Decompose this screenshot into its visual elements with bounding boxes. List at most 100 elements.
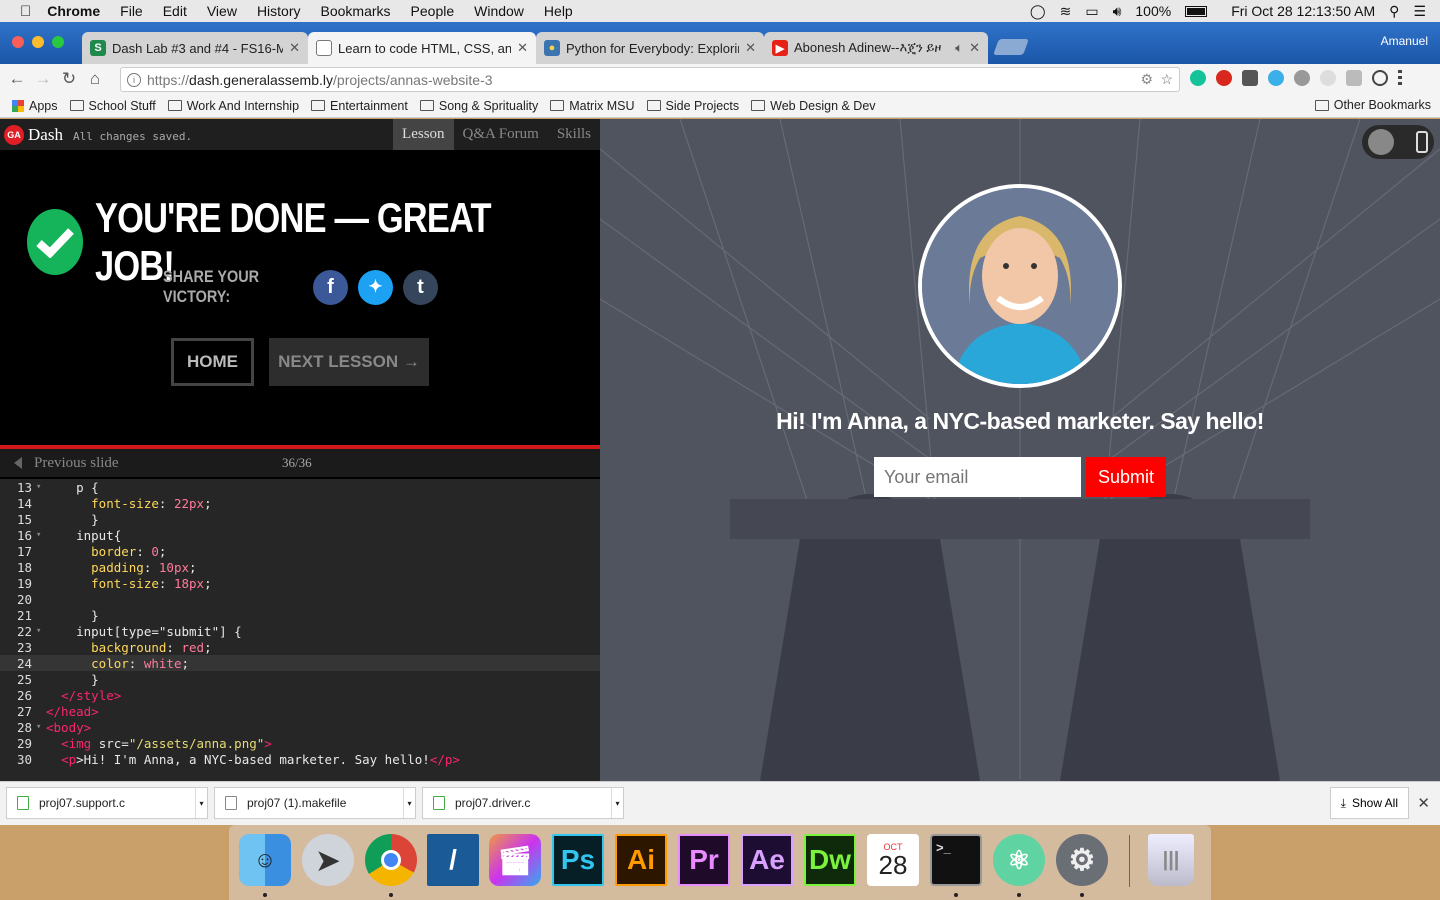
chevron-down-icon[interactable]: ▾ [195, 788, 207, 818]
download-item[interactable]: proj07.driver.c ▾ [422, 787, 624, 819]
code-line[interactable]: 28 ▾ <body> [0, 719, 600, 735]
fold-arrow-icon[interactable]: ▾ [36, 482, 46, 492]
apple-icon[interactable]:  [20, 3, 31, 20]
code-line[interactable]: 30 <p>Hi! I'm Anna, a NYC-based marketer… [0, 751, 600, 767]
chrome-icon[interactable] [365, 834, 417, 886]
dreamweaver-icon[interactable]: Dw [804, 834, 856, 886]
home-button[interactable]: HOME [171, 338, 254, 386]
code-line[interactable]: 19 font-size: 18px; [0, 575, 600, 591]
trash-icon[interactable]: ||| [1148, 834, 1194, 886]
chrome-menu-icon[interactable] [1398, 70, 1402, 86]
mute-tab-icon[interactable]: 🔈︎ [955, 40, 963, 56]
code-line[interactable]: 22 ▾ input[type="submit"] { [0, 623, 600, 639]
bookmark-folder[interactable]: Web Design & Dev [751, 99, 876, 113]
download-item[interactable]: proj07 (1).makefile ▾ [214, 787, 416, 819]
menu-help[interactable]: Help [544, 3, 573, 19]
speed-icon[interactable] [1372, 70, 1388, 86]
code-line[interactable]: 24 color: white; [0, 655, 600, 671]
premiere-icon[interactable]: Pr [678, 834, 730, 886]
grammarly-icon[interactable] [1190, 70, 1206, 86]
menu-edit[interactable]: Edit [163, 3, 187, 19]
tab-skills[interactable]: Skills [548, 119, 600, 150]
code-line[interactable]: 15 } [0, 511, 600, 527]
next-lesson-button[interactable]: NEXT LESSON → [269, 338, 429, 386]
close-tab-icon[interactable]: ✕ [289, 40, 300, 56]
menu-bookmarks[interactable]: Bookmarks [321, 3, 391, 19]
code-line[interactable]: 23 background: red; [0, 639, 600, 655]
address-bar[interactable]: i https://dash.generalassemb.ly/projects… [120, 67, 1180, 92]
browser-tab[interactable]: ● Python for Everybody: Explorin ✕ [536, 32, 764, 64]
previous-slide-button[interactable]: Previous slide [34, 455, 119, 472]
bookmark-star-icon[interactable]: ☆ [1160, 71, 1173, 88]
bookmark-folder[interactable]: Work And Internship [167, 99, 299, 113]
code-line[interactable]: 21 } [0, 607, 600, 623]
facebook-share-icon[interactable]: f [313, 269, 348, 305]
notification-center-icon[interactable]: ☰ [1413, 3, 1426, 20]
wifi-icon[interactable]: ≋ [1060, 3, 1072, 20]
code-line[interactable]: 17 border: 0; [0, 543, 600, 559]
ga-logo[interactable]: GA [4, 124, 24, 145]
menu-view[interactable]: View [207, 3, 237, 19]
fold-arrow-icon[interactable]: ▾ [36, 626, 46, 636]
extension-icon[interactable] [1346, 70, 1362, 86]
chevron-down-icon[interactable]: ▾ [611, 788, 623, 818]
clock[interactable]: Fri Oct 28 12:13:50 AM [1231, 3, 1375, 19]
extension-icon[interactable] [1242, 70, 1258, 86]
tab-lesson[interactable]: Lesson [393, 119, 454, 150]
code-line[interactable]: 29 <img src="/assets/anna.png"> [0, 735, 600, 751]
code-line[interactable]: 16 ▾ input{ [0, 527, 600, 543]
fold-arrow-icon[interactable]: ▾ [36, 530, 46, 540]
show-all-button[interactable]: ⤓ Show All [1329, 787, 1409, 819]
menu-file[interactable]: File [120, 3, 143, 19]
illustrator-icon[interactable]: Ai [615, 834, 667, 886]
new-tab-button[interactable] [993, 39, 1029, 55]
bookmark-folder[interactable]: Entertainment [311, 99, 408, 113]
bookmark-folder[interactable]: Side Projects [646, 99, 739, 113]
device-toggle[interactable] [1362, 125, 1434, 159]
audio-icon[interactable] [1294, 70, 1310, 86]
airplay-icon[interactable]: ▭ [1085, 3, 1098, 20]
cookie-blocked-icon[interactable]: ⚙ [1140, 71, 1153, 88]
email-input[interactable] [874, 457, 1081, 497]
cloud-icon[interactable] [1268, 70, 1284, 86]
close-tab-icon[interactable]: ✕ [517, 40, 528, 56]
other-bookmarks[interactable]: Other Bookmarks [1314, 98, 1431, 112]
dash-title[interactable]: Dash [28, 125, 63, 145]
menu-history[interactable]: History [257, 3, 301, 19]
chevron-down-icon[interactable]: ▾ [403, 788, 415, 818]
minimize-window-button[interactable] [32, 36, 44, 48]
spotlight-icon[interactable]: ⚲ [1389, 3, 1399, 20]
reload-icon[interactable]: ↻ [56, 69, 82, 89]
code-line[interactable]: 13 ▾ p { [0, 479, 600, 495]
code-line[interactable]: 18 padding: 10px; [0, 559, 600, 575]
close-window-button[interactable] [12, 36, 24, 48]
close-tab-icon[interactable]: ✕ [969, 40, 980, 56]
forward-icon[interactable]: → [30, 69, 56, 89]
launchpad-icon[interactable]: ➤ [302, 834, 354, 886]
code-editor[interactable]: 13 ▾ p {14 font-size: 22px; 15 } 16 ▾ input{… [0, 479, 600, 781]
code-line[interactable]: 25 } [0, 671, 600, 687]
fold-arrow-icon[interactable]: ▾ [36, 722, 46, 732]
battery-icon[interactable] [1185, 5, 1208, 17]
finder-icon[interactable]: ☺ [239, 834, 291, 886]
menu-window[interactable]: Window [474, 3, 524, 19]
code-line[interactable]: 14 font-size: 22px; [0, 495, 600, 511]
final-cut-icon[interactable]: 🎬︎ [489, 834, 541, 886]
twitter-share-icon[interactable]: ✦ [358, 269, 393, 305]
battery-percent[interactable]: 100% [1135, 3, 1171, 19]
extension-icon[interactable] [1320, 70, 1336, 86]
menu-people[interactable]: People [411, 3, 455, 19]
adblock-icon[interactable] [1216, 70, 1232, 86]
info-icon[interactable]: i [127, 72, 141, 87]
bookmark-apps[interactable]: Apps [12, 99, 58, 113]
after-effects-icon[interactable]: Ae [741, 834, 793, 886]
creative-cloud-icon[interactable]: ◯ [1030, 3, 1046, 20]
zeplin-icon[interactable]: / [427, 834, 479, 886]
browser-tab[interactable]: ▶ Abonesh Adinew--እጄን ይዞ 🔈︎ ✕ [764, 32, 988, 64]
bookmark-folder[interactable]: School Stuff [69, 99, 156, 113]
photoshop-icon[interactable]: Ps [552, 834, 604, 886]
chevron-left-icon[interactable] [14, 457, 22, 469]
browser-tab-active[interactable]: Learn to code HTML, CSS, and ✕ [308, 32, 536, 64]
tab-qa-forum[interactable]: Q&A Forum [454, 119, 548, 150]
menu-app-name[interactable]: Chrome [47, 3, 100, 19]
